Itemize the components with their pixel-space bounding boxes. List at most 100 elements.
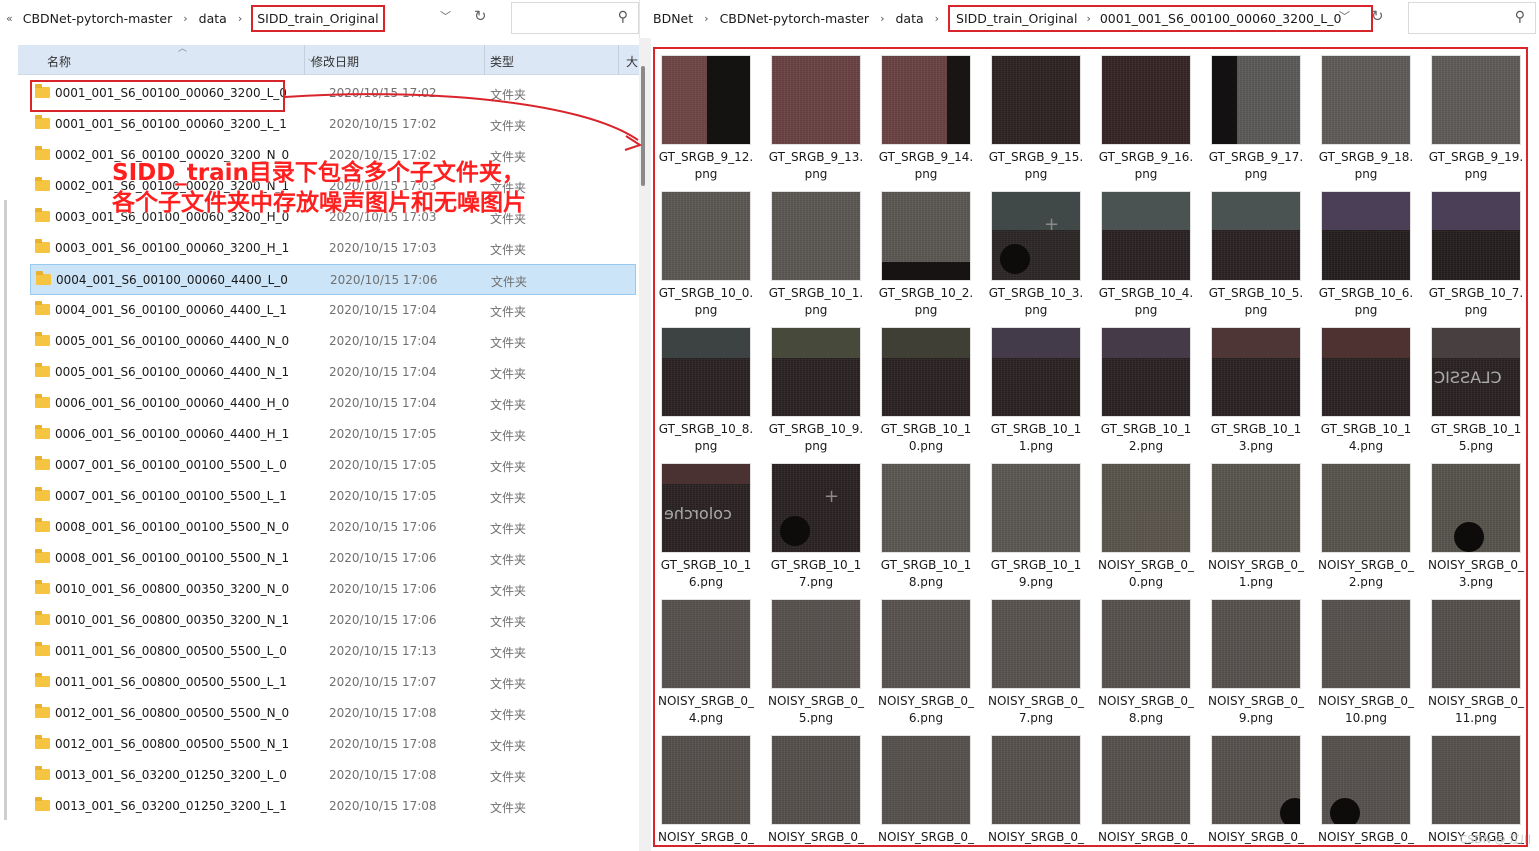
thumbnail-caption[interactable]: NOISY_SRGB_0_3.png — [1426, 557, 1526, 591]
breadcrumb-cbdnet[interactable]: CBDNet-pytorch-master — [718, 9, 872, 28]
column-divider[interactable] — [304, 45, 305, 75]
thumbnail-item[interactable]: GT_SRGB_9_12.png — [658, 53, 768, 189]
breadcrumb-overflow[interactable]: « — [4, 10, 15, 27]
file-row[interactable]: 0005_001_S6_00100_00060_4400_N_0 2020/10/… — [30, 326, 636, 357]
thumbnail-caption[interactable]: GT_SRGB_10_16.png — [656, 557, 756, 591]
thumbnail-image[interactable] — [1321, 463, 1411, 553]
thumbnail-caption[interactable]: GT_SRGB_10_1.png — [766, 285, 866, 319]
thumbnail-caption[interactable]: NOISY_SRGB_0_ — [1316, 829, 1416, 845]
file-name[interactable]: 0004_001_S6_00100_00060_4400_L_0 — [56, 273, 288, 287]
thumbnail-image[interactable] — [1431, 735, 1521, 825]
file-name[interactable]: 0011_001_S6_00800_00500_5500_L_0 — [55, 644, 287, 658]
thumbnail-caption[interactable]: GT_SRGB_10_6.png — [1316, 285, 1416, 319]
thumbnail-image[interactable] — [991, 599, 1081, 689]
thumbnail-item[interactable]: GT_SRGB_10_18.png — [878, 461, 988, 597]
file-name[interactable]: 0012_001_S6_00800_00500_5500_N_1 — [55, 737, 289, 751]
file-name[interactable]: 0010_001_S6_00800_00350_3200_N_1 — [55, 613, 289, 627]
left-search-box[interactable]: ⚲ — [511, 2, 639, 34]
file-row[interactable]: 0010_001_S6_00800_00350_3200_N_0 2020/10/… — [30, 574, 636, 605]
thumbnail-item[interactable]: GT_SRGB_10_14.png — [1318, 325, 1428, 461]
file-row[interactable]: 0008_001_S6_00100_00100_5500_N_0 2020/10/… — [30, 512, 636, 543]
thumbnail-caption[interactable]: GT_SRGB_10_18.png — [876, 557, 976, 591]
thumbnail-item[interactable]: GT_SRGB_9_15.png — [988, 53, 1098, 189]
thumbnail-item[interactable]: NOISY_SRGB_0_4.png — [658, 597, 768, 733]
thumbnail-caption[interactable]: NOISY_SRGB_0_7.png — [986, 693, 1086, 727]
thumbnail-image[interactable] — [1211, 327, 1301, 417]
thumbnail-image[interactable] — [661, 599, 751, 689]
file-row[interactable]: 0013_001_S6_03200_01250_3200_L_0 2020/10/… — [30, 760, 636, 791]
thumbnail-image[interactable] — [991, 55, 1081, 145]
thumbnail-image[interactable] — [1431, 191, 1521, 281]
search-icon[interactable]: ⚲ — [618, 9, 628, 25]
thumbnail-image[interactable] — [771, 327, 861, 417]
file-name[interactable]: 0012_001_S6_00800_00500_5500_N_0 — [55, 706, 289, 720]
column-divider[interactable] — [484, 45, 485, 75]
thumbnail-item[interactable]: GT_SRGB_9_13.png — [768, 53, 878, 189]
thumbnail-caption[interactable]: GT_SRGB_10_17.png — [766, 557, 866, 591]
thumbnail-item[interactable]: GT_SRGB_10_7.png — [1428, 189, 1526, 325]
thumbnail-image[interactable] — [1431, 599, 1521, 689]
file-row[interactable]: 0008_001_S6_00100_00100_5500_N_1 2020/10/… — [30, 543, 636, 574]
file-row[interactable]: 0006_001_S6_00100_00060_4400_H_0 2020/10/… — [30, 388, 636, 419]
thumbnail-item[interactable]: GT_SRGB_10_12.png — [1098, 325, 1208, 461]
thumbnail-caption[interactable]: GT_SRGB_9_13.png — [766, 149, 866, 183]
thumbnail-caption[interactable]: NOISY_SRGB_0_5.png — [766, 693, 866, 727]
thumbnail-caption[interactable]: NOISY_SRGB_0_ — [986, 829, 1086, 845]
file-row[interactable]: 0005_001_S6_00100_00060_4400_N_1 2020/10/… — [30, 357, 636, 388]
thumbnail-image[interactable] — [881, 735, 971, 825]
search-icon[interactable]: ⚲ — [1515, 9, 1525, 25]
thumbnail-image[interactable] — [661, 55, 751, 145]
thumbnail-caption[interactable]: NOISY_SRGB_0_10.png — [1316, 693, 1416, 727]
thumbnail-item[interactable]: NOISY_SRGB_0_8.png — [1098, 597, 1208, 733]
thumbnail-item[interactable]: NOISY_SRGB_0_11.png — [1426, 597, 1526, 733]
thumbnail-image[interactable] — [1321, 327, 1411, 417]
thumbnail-caption[interactable]: GT_SRGB_9_18.png — [1316, 149, 1416, 183]
thumbnail-item[interactable]: GT_SRGB_10_6.png — [1318, 189, 1428, 325]
thumbnail-image[interactable] — [1101, 55, 1191, 145]
thumbnail-item[interactable]: NOISY_SRGB_0_0.png — [1098, 461, 1208, 597]
chevron-down-icon[interactable]: ﹀ — [1339, 8, 1350, 24]
refresh-icon[interactable]: ↻ — [1371, 7, 1384, 25]
file-name[interactable]: 0004_001_S6_00100_00060_4400_L_1 — [55, 303, 287, 317]
column-header-date[interactable]: 修改日期 — [311, 53, 359, 70]
file-name[interactable]: 0005_001_S6_00100_00060_4400_N_0 — [55, 334, 289, 348]
thumbnail-image[interactable] — [1101, 327, 1191, 417]
thumbnail-caption[interactable]: GT_SRGB_10_4.png — [1096, 285, 1196, 319]
thumbnail-item[interactable]: + GT_SRGB_10_3.png — [988, 189, 1098, 325]
thumbnail-item[interactable]: NOISY_SRGB_0_ — [1098, 733, 1208, 845]
breadcrumb-current-folder[interactable]: 0001_001_S6_00100_00060_3200_L_0 — [1100, 11, 1342, 26]
file-row[interactable]: 0004_001_S6_00100_00060_4400_L_1 2020/10/… — [30, 295, 636, 326]
thumbnail-caption[interactable]: NOISY_SRGB_0_11.png — [1426, 693, 1526, 727]
thumbnail-image[interactable]: + — [771, 463, 861, 553]
thumbnail-caption[interactable]: GT_SRGB_10_3.png — [986, 285, 1086, 319]
thumbnail-image[interactable] — [1211, 463, 1301, 553]
breadcrumb-cbdnet[interactable]: CBDNet-pytorch-master — [21, 9, 175, 28]
scrollbar-thumb[interactable] — [641, 66, 645, 186]
thumbnail-caption[interactable]: GT_SRGB_10_10.png — [876, 421, 976, 455]
thumbnail-image[interactable]: + — [991, 191, 1081, 281]
thumbnail-item[interactable]: GT_SRGB_10_9.png — [768, 325, 878, 461]
thumbnail-item[interactable]: NOISY_SRGB_0_ — [1208, 733, 1318, 845]
thumbnail-caption[interactable]: GT_SRGB_10_5.png — [1206, 285, 1306, 319]
left-vertical-scrollbar[interactable] — [639, 38, 651, 851]
left-nav-scrollbar[interactable] — [4, 200, 7, 820]
thumbnail-image[interactable] — [771, 191, 861, 281]
thumbnail-item[interactable]: NOISY_SRGB_0_6.png — [878, 597, 988, 733]
thumbnail-image[interactable] — [881, 327, 971, 417]
thumbnail-image[interactable] — [1211, 55, 1301, 145]
thumbnail-item[interactable]: NOISY_SRGB_0_5.png — [768, 597, 878, 733]
file-row[interactable]: 0003_001_S6_00100_00060_3200_H_1 2020/10/… — [30, 233, 636, 264]
thumbnail-image[interactable] — [1431, 55, 1521, 145]
column-header-size[interactable]: 大 — [626, 53, 638, 70]
thumbnail-caption[interactable]: NOISY_SRGB_0_2.png — [1316, 557, 1416, 591]
thumbnail-image[interactable] — [991, 735, 1081, 825]
file-row[interactable]: 0012_001_S6_00800_00500_5500_N_1 2020/10/… — [30, 729, 636, 760]
thumbnail-image[interactable] — [1321, 55, 1411, 145]
file-row[interactable]: 0007_001_S6_00100_00100_5500_L_1 2020/10/… — [30, 481, 636, 512]
file-name[interactable]: 0008_001_S6_00100_00100_5500_N_0 — [55, 520, 289, 534]
file-name[interactable]: 0011_001_S6_00800_00500_5500_L_1 — [55, 675, 287, 689]
right-search-box[interactable]: ⚲ — [1408, 2, 1536, 34]
thumbnail-caption[interactable]: GT_SRGB_9_15.png — [986, 149, 1086, 183]
thumbnail-item[interactable]: NOISY_SRGB_0_ — [986, 733, 1098, 845]
thumbnail-caption[interactable]: GT_SRGB_10_12.png — [1096, 421, 1196, 455]
